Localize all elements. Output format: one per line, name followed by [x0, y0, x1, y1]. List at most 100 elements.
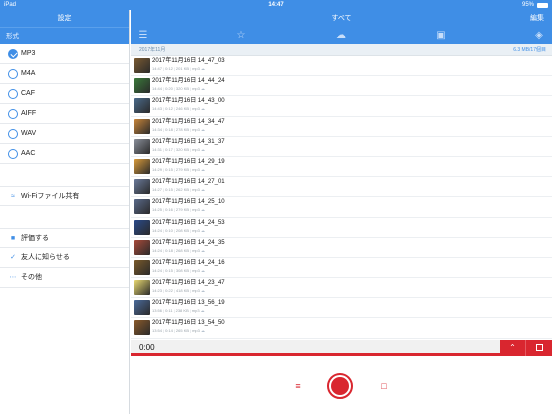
- recording-title: 2017年11月16日 14_25_10: [152, 199, 225, 206]
- list-section-header: 2017年11月 6.3 MB/17個目: [131, 44, 552, 56]
- recording-title: 2017年11月16日 14_24_16: [152, 259, 225, 266]
- recording-duration: 0:12: [165, 66, 173, 71]
- recording-meta: 14:43|0:12|246 KB|mp3 ☁: [152, 106, 205, 112]
- cloud-icon: ☁: [199, 86, 205, 92]
- recording-duration: 0:18: [165, 126, 173, 132]
- recording-duration: 0:11: [165, 308, 173, 314]
- format-option-wav[interactable]: WAV: [0, 124, 129, 144]
- sidebar-item-more[interactable]: ⋯ その他: [0, 268, 129, 288]
- cloud-icon: ☁: [199, 126, 205, 132]
- recording-row[interactable]: 2017年11月16日 14_44_24 14:44|0:20|320 KB|mp…: [131, 76, 552, 97]
- recording-size: 246 KB: [175, 106, 190, 112]
- format-option-mp3[interactable]: MP3: [0, 44, 129, 64]
- recording-format: mp3: [192, 227, 200, 233]
- bookmark-icon[interactable]: □: [377, 379, 391, 393]
- menu-icon[interactable]: ☰: [135, 27, 151, 44]
- lock-icon[interactable]: ▣: [433, 27, 449, 44]
- recording-meta: 14:44|0:20|320 KB|mp3 ☁: [152, 86, 205, 92]
- settings-sliders-icon[interactable]: ≡: [291, 379, 305, 393]
- radio-icon: [8, 109, 18, 119]
- recording-row[interactable]: 2017年11月16日 14_34_47 14:34|0:18|278 KB|mp…: [131, 117, 552, 137]
- recording-thumbnail: [134, 138, 150, 154]
- recording-format: mp3: [192, 187, 200, 193]
- record-button[interactable]: [327, 373, 353, 399]
- recording-meta: 14:47|0:12|201 KB|mp3 ☁: [152, 66, 205, 71]
- recording-title: 2017年11月16日 14_31_37: [152, 138, 225, 145]
- misc-list: ■ 評価する ✓ 友人に知らせる ⋯ その他: [0, 228, 129, 288]
- recording-time: 14:29: [152, 166, 163, 172]
- recording-size: 278 KB: [175, 126, 190, 132]
- recording-row[interactable]: 2017年11月16日 14_25_10 14:25|0:16|279 KB|mp…: [131, 197, 552, 218]
- recording-thumbnail: [134, 239, 150, 255]
- recording-size: 279 KB: [175, 207, 190, 213]
- star-icon[interactable]: ☆: [233, 27, 249, 44]
- recording-time: 14:24: [152, 267, 163, 273]
- recording-row[interactable]: 2017年11月16日 14_31_37 14:31|0:17|320 KB|mp…: [131, 137, 552, 157]
- recording-meta: 14:31|0:17|320 KB|mp3 ☁: [152, 146, 205, 152]
- recording-size: 320 KB: [175, 86, 190, 92]
- settings-sidebar: 設定 形式 MP3 M4A CAF AIFF WAV AAC ≈ Wi-Fiファイル共有 …: [0, 10, 130, 414]
- format-label: AIFF: [21, 110, 37, 117]
- recording-row[interactable]: 2017年11月16日 14_24_35 14:24|0:18|268 KB|mp…: [131, 238, 552, 258]
- format-list: MP3 M4A CAF AIFF WAV AAC: [0, 44, 129, 164]
- recording-size: 320 KB: [175, 146, 190, 152]
- recording-row[interactable]: 2017年11月16日 14_47_03 14:47|0:12|201 KB|mp…: [131, 56, 552, 77]
- format-option-caf[interactable]: CAF: [0, 84, 129, 104]
- sidebar-item-share[interactable]: ✓ 友人に知らせる: [0, 248, 129, 268]
- sidebar-item-rate[interactable]: ■ 評価する: [0, 228, 129, 248]
- recording-duration: 0:15: [165, 267, 173, 273]
- recording-row[interactable]: 2017年11月16日 13_54_50 13:54|0:14|265 KB|mp…: [131, 318, 552, 339]
- recording-duration: 0:20: [165, 86, 173, 92]
- recording-size: 265 KB: [175, 328, 190, 334]
- recording-size: 201 KB: [175, 66, 190, 71]
- record-dot-icon: [331, 377, 349, 395]
- battery-percent: 95%: [521, 2, 534, 8]
- wifi-sharing-label: Wi-Fiファイル共有: [21, 193, 80, 200]
- recording-row[interactable]: 2017年11月16日 14_29_19 14:29|0:15|279 KB|mp…: [131, 157, 552, 178]
- format-option-aiff[interactable]: AIFF: [0, 104, 129, 124]
- recording-thumbnail: [134, 158, 150, 174]
- format-option-aac[interactable]: AAC: [0, 144, 129, 164]
- recording-meta: 14:24|0:10|208 KB|mp3 ☁: [152, 227, 205, 233]
- filter-toolbar: ☰ ☆ ☁ ▣ ◈: [131, 27, 552, 44]
- recording-row[interactable]: 2017年11月16日 14_27_01 14:27|0:15|262 KB|mp…: [131, 177, 552, 198]
- recording-time: 14:23: [152, 288, 163, 294]
- recording-duration: 0:18: [165, 247, 173, 253]
- format-option-m4a[interactable]: M4A: [0, 64, 129, 84]
- recording-row[interactable]: 2017年11月16日 14_24_16 14:24|0:15|308 KB|mp…: [131, 258, 552, 279]
- recording-time: 14:43: [152, 106, 163, 112]
- recording-format: mp3: [192, 106, 200, 112]
- recording-row[interactable]: 2017年11月16日 14_23_47 14:23|0:22|418 KB|mp…: [131, 278, 552, 299]
- recording-thumbnail: [134, 219, 150, 235]
- recording-row[interactable]: 2017年11月16日 13_56_19 13:56|0:11|238 KB|mp…: [131, 298, 552, 319]
- storage-label: 6.3 MB/17個目: [513, 47, 546, 53]
- recording-size: 308 KB: [175, 267, 190, 273]
- recording-thumbnail: [134, 98, 150, 114]
- recording-title: 2017年11月16日 14_43_00: [152, 98, 225, 105]
- recording-row[interactable]: 2017年11月16日 14_24_53 14:24|0:10|208 KB|mp…: [131, 218, 552, 238]
- cloud-icon[interactable]: ☁: [333, 27, 349, 44]
- clock: 14:47: [268, 2, 284, 8]
- wifi-sharing-item[interactable]: ≈ Wi-Fiファイル共有: [0, 186, 129, 206]
- recording-thumbnail: [134, 320, 150, 336]
- recording-meta: 14:29|0:15|279 KB|mp3 ☁: [152, 166, 205, 172]
- recording-size: 279 KB: [175, 166, 190, 172]
- stop-button[interactable]: [526, 340, 552, 356]
- recording-thumbnail: [134, 259, 150, 275]
- recording-row[interactable]: 2017年11月16日 14_43_00 14:43|0:12|246 KB|mp…: [131, 96, 552, 117]
- recording-thumbnail: [134, 118, 150, 134]
- recording-format: mp3: [192, 247, 200, 253]
- format-label: MP3: [21, 50, 36, 57]
- recording-meta: 14:23|0:22|418 KB|mp3 ☁: [152, 288, 205, 294]
- edit-button[interactable]: 編集: [530, 10, 544, 27]
- tag-icon[interactable]: ◈: [531, 27, 547, 44]
- recording-format: mp3: [192, 267, 200, 273]
- expand-up-button[interactable]: ⌃: [500, 340, 526, 356]
- recording-meta: 14:24|0:18|268 KB|mp3 ☁: [152, 247, 205, 253]
- recording-format: mp3: [192, 207, 200, 213]
- cloud-icon: ☁: [199, 66, 205, 71]
- format-label: AAC: [21, 150, 36, 157]
- recording-title: 2017年11月16日 13_56_19: [152, 300, 225, 307]
- cloud-icon: ☁: [199, 328, 205, 334]
- format-label: M4A: [21, 70, 36, 77]
